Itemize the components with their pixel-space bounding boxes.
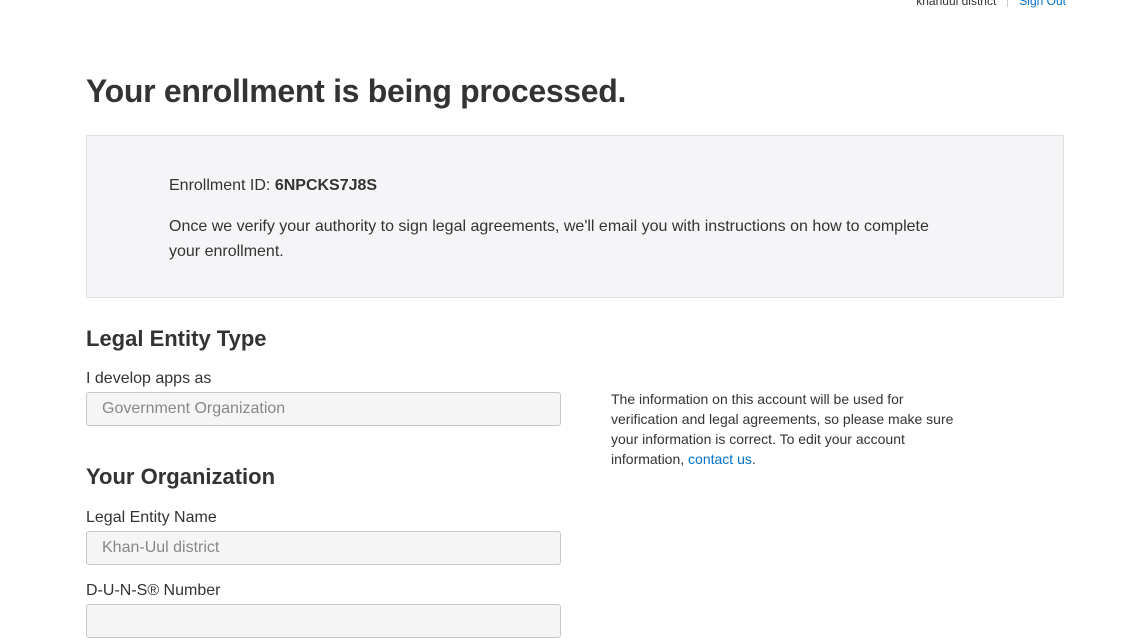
develop-as-label: I develop apps as [86, 370, 212, 387]
enrollment-id-label: Enrollment ID: [169, 177, 275, 194]
duns-number-field[interactable] [86, 604, 561, 638]
page-title: Your enrollment is being processed. [86, 73, 627, 109]
user-bar: khanuul district Sign Out [916, 0, 1066, 9]
legal-entity-name-field[interactable]: Khan-Uul district [86, 531, 561, 565]
duns-label: D-U-N-S® Number [86, 582, 221, 599]
legal-entity-name-label: Legal Entity Name [86, 509, 217, 526]
enrollment-id-value: 6NPCKS7J8S [274, 177, 378, 194]
enrollment-page: khanuul district Sign Out Your enrollmen… [0, 0, 1148, 639]
topbar-divider [1007, 0, 1009, 7]
account-info-period: . [751, 451, 756, 467]
organization-heading: Your Organization [86, 464, 276, 489]
enrollment-message: Once we verify your authority to sign le… [169, 218, 929, 260]
legal-entity-heading: Legal Entity Type [86, 326, 267, 351]
sign-out-link[interactable]: Sign Out [1019, 0, 1066, 9]
entity-type-field[interactable]: Government Organization [86, 392, 561, 426]
enrollment-status-box: Enrollment ID: 6NPCKS7J8S Once we verify… [86, 135, 1064, 298]
contact-us-link[interactable]: contact us [688, 451, 752, 467]
enrollment-id-line: Enrollment ID: 6NPCKS7J8S [169, 177, 377, 195]
account-name: khanuul district [916, 0, 997, 8]
account-info-text: The information on this account will be … [611, 391, 954, 467]
account-info-note: The information on this account will be … [611, 389, 971, 469]
